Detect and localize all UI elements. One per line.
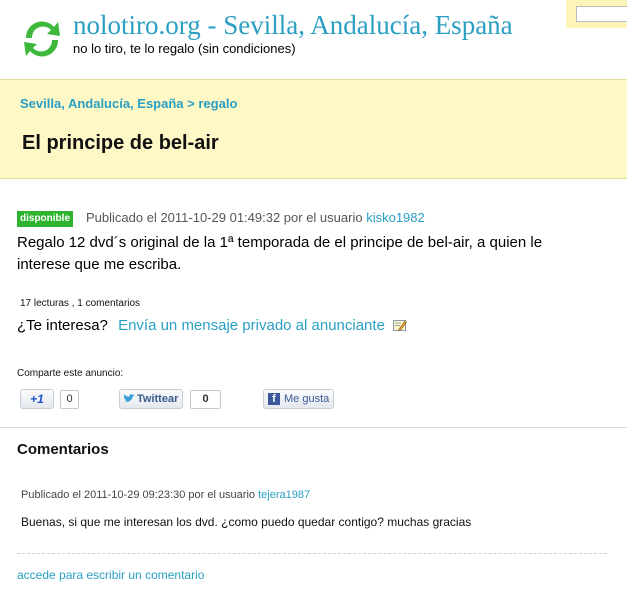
- page-title: El principe de bel-air: [22, 132, 219, 154]
- recycle-logo-icon[interactable]: [20, 16, 64, 62]
- breadcrumb-location-link[interactable]: Sevilla, Andalucía, España: [20, 96, 184, 111]
- facebook-like-label: Me gusta: [284, 393, 330, 405]
- google-plus-count: 0: [60, 390, 79, 409]
- share-label: Comparte este anuncio:: [17, 368, 124, 379]
- tagline: no lo tiro, te lo regalo (sin condicione…: [73, 41, 296, 56]
- title-banner: Sevilla, Andalucía, España > regalo El p…: [0, 79, 627, 179]
- facebook-like-button[interactable]: f Me gusta: [263, 389, 334, 409]
- listing-description: Regalo 12 dvd´s original de la 1ª tempor…: [17, 234, 543, 273]
- site-header: nolotiro.org - Sevilla, Andalucía, Españ…: [0, 0, 627, 78]
- listing-meta: Publicado el 2011-10-29 01:49:32 por el …: [86, 210, 425, 225]
- tweet-button-label: Twittear: [137, 393, 179, 405]
- breadcrumb: Sevilla, Andalucía, España > regalo: [20, 96, 237, 111]
- site-title[interactable]: nolotiro.org - Sevilla, Andalucía, Españ…: [73, 10, 513, 41]
- comment-text: Buenas, si que me interesan los dvd. ¿co…: [21, 515, 472, 529]
- comment-user-link[interactable]: tejera1987: [258, 489, 310, 501]
- author-user-link[interactable]: kisko1982: [366, 210, 425, 225]
- listing-stats: 17 lecturas , 1 comentarios: [20, 298, 141, 309]
- site-title-link[interactable]: nolotiro.org - Sevilla, Andalucía, Españ…: [73, 10, 513, 40]
- section-divider: [0, 427, 627, 428]
- status-badge: disponible: [17, 211, 73, 227]
- search-box: [566, 0, 627, 28]
- edit-message-icon[interactable]: [393, 319, 407, 331]
- search-input[interactable]: [576, 6, 627, 22]
- interest-line: ¿Te interesa? Envía un mensaje privado a…: [17, 317, 407, 334]
- comment-meta: Publicado el 2011-10-29 09:23:30 por el …: [21, 489, 310, 501]
- published-text: Publicado el 2011-10-29 01:49:32 por el …: [86, 210, 363, 225]
- breadcrumb-section-link[interactable]: regalo: [198, 96, 237, 111]
- send-message-link[interactable]: Envía un mensaje privado al anunciante: [118, 317, 385, 334]
- breadcrumb-separator: >: [187, 96, 195, 111]
- login-to-comment-link[interactable]: accede para escribir un comentario: [17, 568, 204, 582]
- comment-published-text: Publicado el 2011-10-29 09:23:30 por el …: [21, 489, 256, 501]
- twitter-count: 0: [190, 390, 221, 409]
- comment-divider: [17, 553, 607, 554]
- interest-question: ¿Te interesa?: [17, 317, 108, 334]
- facebook-icon: f: [268, 393, 280, 405]
- comments-heading: Comentarios: [17, 441, 109, 458]
- twitter-bird-icon: [123, 394, 135, 402]
- google-plus-button[interactable]: +1: [20, 389, 54, 409]
- tweet-button[interactable]: Twittear: [119, 389, 183, 409]
